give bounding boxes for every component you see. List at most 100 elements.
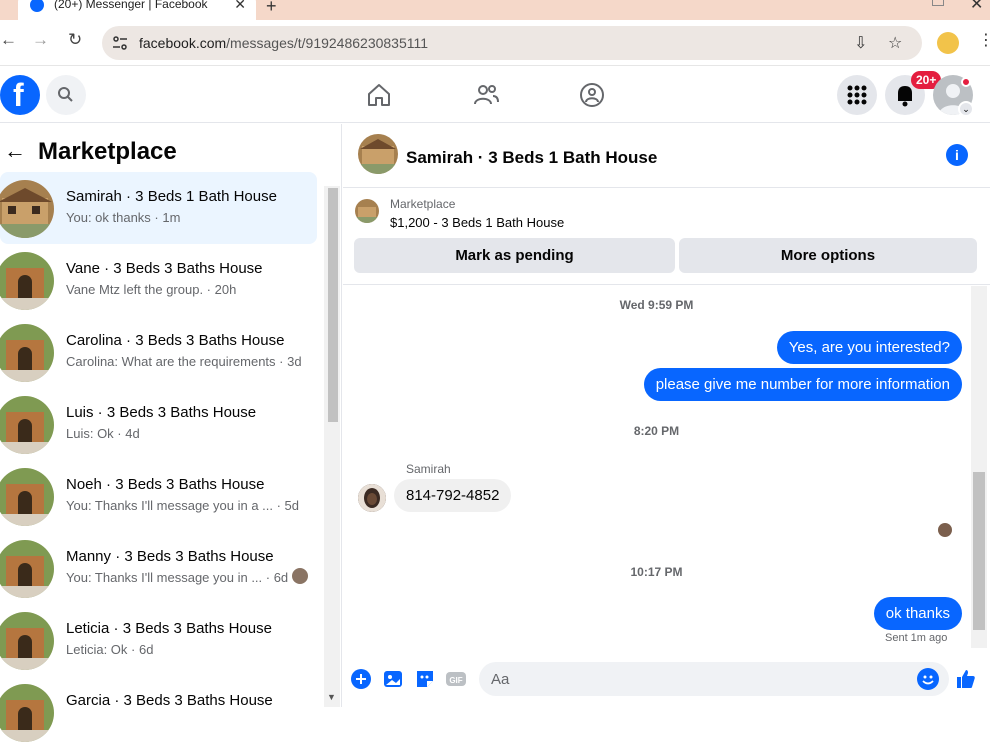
groups-icon[interactable] (578, 81, 606, 109)
conversation-name: Carolina · 3 Beds 3 Baths House (66, 332, 285, 349)
back-arrow-icon[interactable]: ← (4, 138, 26, 164)
conversation-snippet: You: ok thanks · 1m (66, 210, 181, 225)
sticker-icon[interactable] (414, 668, 436, 690)
friends-icon[interactable] (472, 81, 500, 109)
emoji-icon[interactable] (917, 668, 939, 690)
seen-avatar (292, 568, 308, 584)
conversation-item-garcia[interactable]: Garcia · 3 Beds 3 Baths House (0, 676, 317, 748)
restore-window-icon[interactable] (932, 0, 944, 6)
back-arrow-icon[interactable]: ← (0, 30, 17, 50)
gif-icon[interactable]: GIF (445, 668, 467, 690)
svg-text:GIF: GIF (449, 676, 462, 685)
account-alert-dot (961, 77, 971, 87)
timestamp: Wed 9:59 PM (619, 298, 694, 312)
thumbs-up-icon[interactable] (955, 668, 977, 690)
close-tab-icon[interactable]: ✕ (234, 0, 246, 13)
search-button[interactable] (46, 75, 86, 115)
marketplace-label: Marketplace (390, 197, 456, 211)
plus-circle-icon[interactable] (350, 668, 372, 690)
facebook-logo-icon[interactable]: f (0, 75, 40, 115)
menu-grid-button[interactable] (837, 75, 877, 115)
photo-icon[interactable] (382, 668, 404, 690)
conversation-list-panel: ← Marketplace Samirah · 3 Beds 1 Bath Ho… (0, 124, 342, 742)
conversation-snippet: Carolina: What are the requirements · 3d (66, 354, 302, 369)
message-input-placeholder: Aa (491, 671, 510, 688)
conversation-name: Vane · 3 Beds 3 Baths House (66, 260, 263, 277)
chevron-down-icon[interactable]: ⌄ (958, 101, 974, 117)
listing-thumbnail (0, 612, 54, 670)
message-bubble-incoming[interactable]: 814-792-4852 (394, 479, 512, 512)
browser-tab[interactable]: (20+) Messenger | Facebook ✕ (18, 0, 256, 20)
message-status: Sent 1m ago (885, 632, 948, 644)
address-bar[interactable]: facebook.com/messages/t/9192486230835111… (102, 26, 922, 60)
marketplace-listing-bar: Marketplace $1,200 - 3 Beds 1 Bath House… (343, 189, 990, 285)
conversation-snippet: Luis: Ok · 4d (66, 426, 140, 441)
scrollbar-thumb[interactable] (328, 188, 338, 422)
conversation-item-samirah[interactable]: Samirah · 3 Beds 1 Bath House You: ok th… (0, 172, 317, 244)
chat-title[interactable]: Samirah · 3 Beds 1 Bath House (406, 148, 657, 168)
message-bubble-outgoing[interactable]: please give me number for more informati… (643, 368, 962, 401)
browser-tab-strip: (20+) Messenger | Facebook ✕ + ✕ (0, 0, 990, 20)
conversation-snippet: You: Thanks I'll message you in ... · 6d (66, 570, 289, 585)
read-receipt-avatar (938, 523, 952, 537)
conversation-snippet: You: Thanks I'll message you in a ... · … (66, 498, 300, 513)
message-bubble-outgoing[interactable]: ok thanks (873, 597, 962, 630)
conversation-item-noeh[interactable]: Noeh · 3 Beds 3 Baths House You: Thanks … (0, 460, 317, 532)
close-window-icon[interactable]: ✕ (970, 0, 983, 14)
message-scrollbar[interactable] (971, 286, 987, 648)
new-tab-icon[interactable]: + (266, 0, 277, 17)
timestamp: 10:17 PM (630, 565, 683, 579)
chat-listing-thumbnail[interactable] (358, 134, 398, 174)
message-input[interactable]: Aa (479, 662, 949, 696)
home-icon[interactable] (365, 81, 393, 109)
conversation-name: Garcia · 3 Beds 3 Baths House (66, 692, 273, 709)
chat-header: Samirah · 3 Beds 1 Bath House i (343, 124, 990, 188)
url-text: facebook.com/messages/t/9192486230835111 (139, 35, 429, 51)
reload-icon[interactable]: ↻ (68, 30, 82, 50)
listing-thumbnail (0, 684, 54, 742)
info-icon[interactable]: i (946, 144, 968, 166)
scroll-down-arrow-icon[interactable]: ▼ (327, 692, 336, 702)
conversation-name: Luis · 3 Beds 3 Baths House (66, 404, 257, 421)
conversation-snippet: Vane Mtz left the group. · 20h (66, 282, 237, 297)
listing-thumbnail (355, 199, 379, 223)
conversation-name: Noeh · 3 Beds 3 Baths House (66, 476, 265, 493)
conversation-item-leticia[interactable]: Leticia · 3 Beds 3 Baths House Leticia: … (0, 604, 317, 676)
conversation-item-carolina[interactable]: Carolina · 3 Beds 3 Baths House Carolina… (0, 316, 317, 388)
sender-name: Samirah (406, 462, 451, 476)
conversation-snippet: Leticia: Ok · 6d (66, 642, 154, 657)
listing-title[interactable]: $1,200 - 3 Beds 1 Bath House (390, 215, 564, 230)
conversation-name: Samirah · 3 Beds 1 Bath House (66, 188, 277, 205)
listing-thumbnail (0, 324, 54, 382)
install-app-icon[interactable]: ⇩ (854, 33, 867, 53)
scrollbar-thumb[interactable] (973, 472, 985, 630)
conversation-name: Leticia · 3 Beds 3 Baths House (66, 620, 272, 637)
listing-thumbnail (0, 468, 54, 526)
browser-profile-icon[interactable] (937, 32, 959, 54)
mark-as-pending-button[interactable]: Mark as pending (354, 238, 675, 273)
conversation-item-manny[interactable]: Manny · 3 Beds 3 Baths House You: Thanks… (0, 532, 317, 604)
browser-menu-icon[interactable]: ⋮ (978, 30, 990, 50)
conversation-list-scrollbar[interactable]: ▼ (324, 186, 340, 707)
site-settings-icon[interactable] (112, 35, 128, 51)
listing-thumbnail (0, 180, 54, 238)
conversation-item-luis[interactable]: Luis · 3 Beds 3 Baths House Luis: Ok · 4… (0, 388, 317, 460)
search-icon (58, 87, 73, 102)
bookmark-star-icon[interactable]: ☆ (888, 33, 902, 53)
message-thread: Wed 9:59 PM Yes, are you interested? ple… (343, 286, 990, 660)
facebook-header: f 20+ ⌄ (0, 67, 990, 123)
sender-avatar[interactable] (358, 484, 386, 512)
conversation-item-vane[interactable]: Vane · 3 Beds 3 Baths House Vane Mtz lef… (0, 244, 317, 316)
grid-icon (847, 85, 867, 105)
listing-thumbnail (0, 540, 54, 598)
facebook-favicon-icon (30, 0, 44, 12)
listing-thumbnail (0, 252, 54, 310)
message-bubble-outgoing[interactable]: Yes, are you interested? (776, 331, 962, 364)
panel-title: Marketplace (38, 138, 177, 165)
listing-thumbnail (0, 396, 54, 454)
message-composer: GIF Aa (343, 660, 990, 707)
conversation-name: Manny · 3 Beds 3 Baths House (66, 548, 274, 565)
forward-arrow-icon[interactable]: → (32, 30, 49, 50)
more-options-button[interactable]: More options (679, 238, 977, 273)
browser-toolbar: ← → ↻ facebook.com/messages/t/9192486230… (0, 20, 990, 66)
